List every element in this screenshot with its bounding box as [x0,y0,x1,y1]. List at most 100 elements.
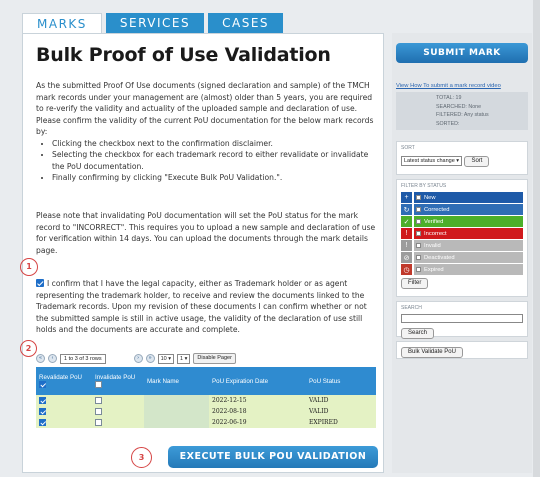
revalidate-checkbox[interactable] [39,397,46,404]
annotation-marker-3: 3 [131,447,152,468]
col-revalidate-label: Revalidate PoU [39,373,82,381]
table-row: 2022-08-18 VALID [36,406,376,417]
page-right-edge [533,0,540,477]
sort-heading: SORT [401,145,415,151]
filter-item-new[interactable]: + New [401,192,523,203]
filter-checkbox[interactable] [416,255,421,260]
prev-page-icon[interactable]: ‹ [48,354,57,363]
pager: « ‹ 1 to 3 of 3 rows › » 10 ▾ 1 ▾ Disabl… [36,353,236,364]
filter-heading: FILTER BY STATUS [401,183,447,189]
filter-item-corrected[interactable]: ↻ Corrected [401,204,523,215]
disable-pager-button[interactable]: Disable Pager [193,353,236,364]
table-row: 2022-06-19 EXPIRED [36,417,376,428]
filter-item-bar: Incorrect [414,228,523,239]
slash-icon: ⊘ [401,252,412,263]
intro-paragraph-1: As the submitted Proof Of Use documents … [36,81,373,113]
tab-cases[interactable]: CASES [208,13,284,33]
sort-panel: SORT Latest status change ▾ Sort [396,141,528,175]
select-all-invalidate-checkbox[interactable] [95,380,102,388]
check-icon: ✓ [401,216,412,227]
filter-list: + New ↻ Corrected ✓ Verified! Incorrect! Invali… [401,192,523,275]
confirm-checkbox[interactable] [36,279,44,287]
last-page-icon[interactable]: » [145,354,155,363]
col-status[interactable]: PoU Status [306,367,376,395]
filter-checkbox[interactable] [416,219,421,224]
filter-item-bar: Deactivated [414,252,523,263]
confirmation-text: I confirm that I have the legal capacity… [36,279,367,334]
stat-label: SEARCHED: [436,103,467,110]
filter-checkbox[interactable] [416,243,421,248]
annotation-marker-2: 2 [20,340,37,357]
status-cell: VALID [306,406,376,417]
invalidate-checkbox[interactable] [95,408,102,415]
filter-item-expired[interactable]: ◷ Expired [401,264,523,275]
how-to-video-link[interactable]: View How To submit a mark record video [396,83,501,89]
execute-bulk-validation-button[interactable]: EXECUTE BULK POU VALIDATION [168,446,378,468]
filter-item-verified[interactable]: ✓ Verified [401,216,523,227]
filter-checkbox[interactable] [416,195,421,200]
search-heading: SEARCH [401,305,422,311]
next-page-icon[interactable]: › [133,354,143,363]
status-cell: VALID [306,395,376,406]
select-all-revalidate-checkbox[interactable] [39,380,46,388]
main-panel: Bulk Proof of Use Validation As the subm… [22,33,384,473]
warning-paragraph: Please note that invalidating PoU docume… [36,211,376,255]
invalidate-checkbox[interactable] [95,419,102,426]
tab-marks[interactable]: MARKS [22,13,102,33]
pou-table: Revalidate PoU Invalidate PoU Mark Name … [36,367,376,428]
filter-button[interactable]: Filter [401,278,429,289]
col-mark-name[interactable]: Mark Name [144,367,209,395]
sort-select-value: Latest status change [404,158,455,164]
filter-checkbox[interactable] [416,267,421,272]
stat-filtered: FILTERED: Any status [396,111,528,120]
stat-searched: SEARCHED: None [396,103,528,112]
filter-item-incorrect[interactable]: ! Incorrect [401,228,523,239]
table-row: 2022-12-15 VALID [36,395,376,406]
filter-item-label: New [424,194,436,201]
intro-text: As the submitted Proof Of Use documents … [36,80,376,184]
revalidate-cell [36,395,92,406]
col-expiration[interactable]: PoU Expiration Date [209,367,306,395]
page-size-value: 10 [160,355,167,362]
filter-item-bar: New [414,192,523,203]
sort-select[interactable]: Latest status change ▾ [401,156,463,166]
mark-name-cell[interactable] [144,395,209,406]
revalidate-checkbox[interactable] [39,408,46,415]
filter-item-label: Deactivated [424,254,455,261]
filter-item-label: Corrected [424,206,450,213]
page-size-select[interactable]: 10 ▾ [157,353,175,364]
mark-name-cell[interactable] [144,406,209,417]
page-title: Bulk Proof of Use Validation [36,44,331,66]
revalidate-cell [36,406,92,417]
tab-services[interactable]: SERVICES [105,13,205,33]
search-button[interactable]: Search [401,328,435,339]
revalidate-cell [36,417,92,428]
submit-mark-button[interactable]: SUBMIT MARK [396,43,528,63]
bulk-validate-pou-button[interactable]: Bulk Validate PoU [401,347,463,358]
stat-value: None [468,103,482,110]
revalidate-checkbox[interactable] [39,419,46,426]
stat-label: FILTERED: [436,112,463,118]
annotation-marker-1: 1 [20,258,38,276]
first-page-icon[interactable]: « [36,354,45,363]
stat-total: TOTAL: 19 [396,94,528,103]
filter-checkbox[interactable] [416,207,421,212]
filter-item-invalid[interactable]: ! Invalid [401,240,523,251]
search-panel: SEARCH Search [396,301,528,339]
invalidate-cell [92,395,144,406]
stat-sorted: SORTED: [396,120,528,129]
col-revalidate: Revalidate PoU [36,367,92,395]
stat-label: TOTAL: [436,95,455,101]
filter-checkbox[interactable] [416,231,421,236]
search-input[interactable] [401,314,523,323]
sort-button[interactable]: Sort [464,156,490,167]
expiration-cell: 2022-08-18 [209,406,306,417]
filter-item-label: Invalid [424,242,441,249]
filter-item-deactivated[interactable]: ⊘ Deactivated [401,252,523,263]
page-number-select[interactable]: 1 ▾ [177,353,191,364]
filter-panel: FILTER BY STATUS + New ↻ Corrected ✓ Verified… [396,179,528,297]
instruction-item: Finally confirming by clicking "Execute … [52,172,376,184]
row-range: 1 to 3 of 3 rows [60,353,106,364]
mark-name-cell[interactable] [144,417,209,428]
invalidate-checkbox[interactable] [95,397,102,404]
